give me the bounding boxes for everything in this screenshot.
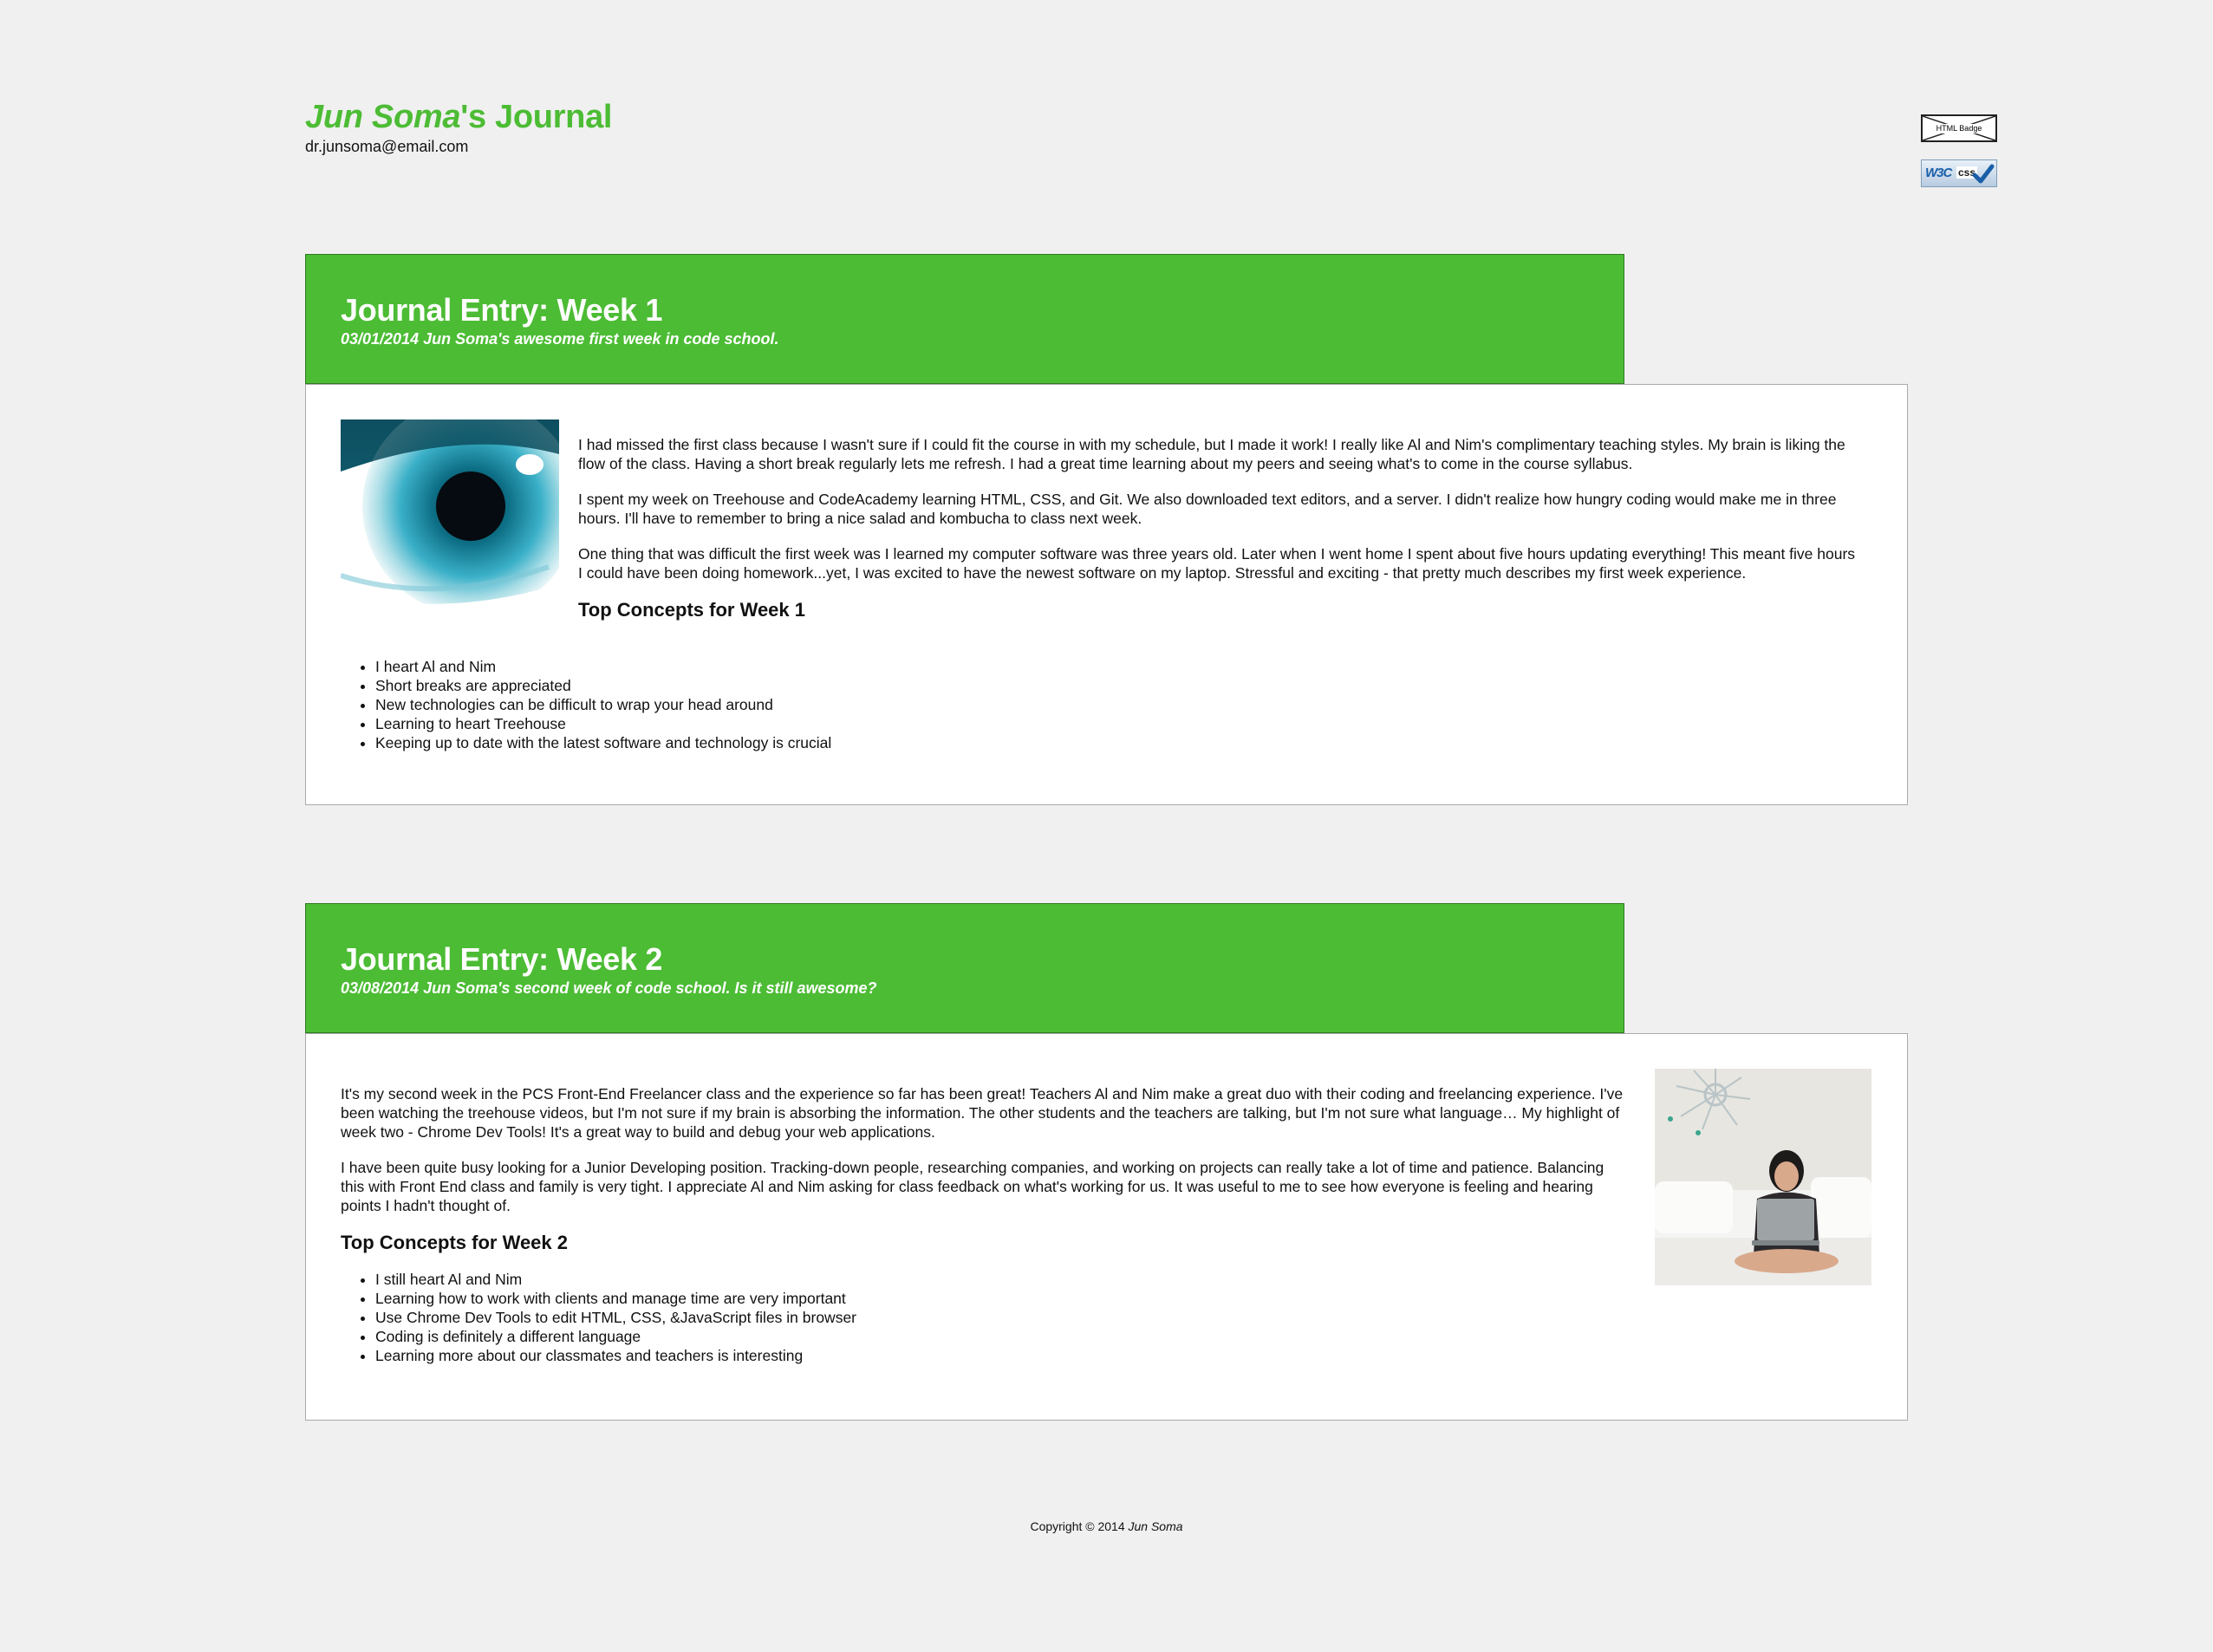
list-item: I heart Al and Nim — [375, 657, 831, 676]
woman-with-laptop-image — [1655, 1069, 1871, 1285]
copyright-name: Jun Soma — [1128, 1519, 1183, 1533]
entry-body-week-2: It's my second week in the PCS Front-End… — [305, 1033, 1908, 1421]
concepts-list: I still heart Al and Nim Learning how to… — [341, 1270, 1624, 1365]
entry-text: It's my second week in the PCS Front-End… — [341, 1084, 1624, 1365]
list-item: Learning to heart Treehouse — [375, 714, 831, 733]
list-item: New technologies can be difficult to wra… — [375, 695, 831, 714]
copyright-text: Copyright © 2014 — [1030, 1519, 1129, 1533]
w3c-logo: W3C — [1925, 166, 1952, 180]
entry-paragraph: I had missed the first class because I w… — [578, 436, 1845, 472]
list-item: Learning how to work with clients and ma… — [375, 1289, 1624, 1308]
list-item: Learning more about our classmates and t… — [375, 1346, 1624, 1365]
eye-image — [341, 420, 559, 622]
entry-subtitle: 03/01/2014 Jun Soma's awesome first week… — [341, 330, 779, 348]
checkmark-icon — [1972, 164, 1995, 184]
footer: Copyright © 2014 Jun Soma — [0, 1519, 2213, 1534]
concepts-list: I heart Al and Nim Short breaks are appr… — [341, 657, 831, 752]
concepts-heading: Top Concepts for Week 2 — [341, 1232, 569, 1253]
entry-header-week-2: Journal Entry: Week 2 03/08/2014 Jun Som… — [305, 903, 1624, 1033]
concepts-heading: Top Concepts for Week 1 — [578, 599, 806, 621]
list-item: Use Chrome Dev Tools to edit HTML, CSS, … — [375, 1308, 1624, 1327]
site-title-word: Journal — [485, 99, 613, 135]
css-validation-badge[interactable]: W3C css — [1921, 159, 1997, 187]
html-validation-badge[interactable]: HTML Badge — [1921, 114, 1997, 142]
entry-subtitle: 03/08/2014 Jun Soma's second week of cod… — [341, 979, 877, 997]
entry-paragraph: It's my second week in the PCS Front-End… — [341, 1085, 1624, 1141]
entry-title: Journal Entry: Week 1 — [341, 292, 663, 328]
html-badge-label: HTML Badge — [1935, 124, 1983, 133]
list-item: I still heart Al and Nim — [375, 1270, 1624, 1289]
site-title-possessive: 's — [460, 99, 486, 135]
entry-paragraph: I spent my week on Treehouse and CodeAca… — [578, 491, 1837, 527]
entry-title: Journal Entry: Week 2 — [341, 941, 663, 977]
list-item: Coding is definitely a different languag… — [375, 1327, 1624, 1346]
entry-paragraph: One thing that was difficult the first w… — [578, 545, 1856, 582]
entry-header-week-1: Journal Entry: Week 1 03/01/2014 Jun Som… — [305, 254, 1624, 384]
list-item: Keeping up to date with the latest softw… — [375, 733, 831, 752]
entry-text: I had missed the first class because I w… — [578, 435, 1861, 621]
site-header: Jun Soma's Journal dr.junsoma@email.com — [305, 97, 613, 156]
entry-body-week-1: I had missed the first class because I w… — [305, 384, 1908, 805]
entry-paragraph: I have been quite busy looking for a Jun… — [341, 1159, 1604, 1214]
site-title-name: Jun Soma — [305, 99, 461, 135]
site-title: Jun Soma's Journal — [305, 97, 613, 137]
list-item: Short breaks are appreciated — [375, 676, 831, 695]
author-email: dr.junsoma@email.com — [305, 138, 469, 155]
